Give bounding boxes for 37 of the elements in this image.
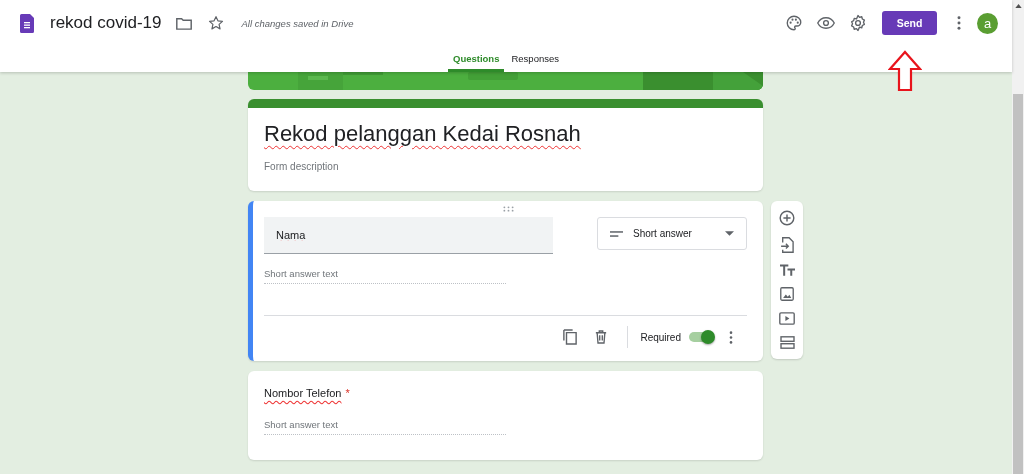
- question-type-dropdown[interactable]: Short answer: [597, 217, 747, 250]
- more-options-icon[interactable]: [957, 16, 961, 30]
- eye-icon[interactable]: [817, 17, 835, 29]
- question-title-field[interactable]: Nama: [264, 217, 553, 254]
- answer-field: Short answer text: [264, 419, 506, 435]
- add-question-icon[interactable]: [779, 210, 795, 226]
- add-title-icon[interactable]: [779, 264, 795, 276]
- import-icon[interactable]: [780, 237, 794, 253]
- delete-icon[interactable]: [595, 330, 608, 344]
- scroll-up-icon[interactable]: [1014, 4, 1022, 8]
- more-options-icon[interactable]: [729, 330, 733, 344]
- short-text-icon: [610, 230, 623, 237]
- send-button[interactable]: Send: [882, 11, 937, 35]
- required-mark: *: [345, 387, 350, 399]
- tab[interactable]: Responses: [506, 46, 564, 72]
- caret-icon: [725, 231, 734, 236]
- video-icon[interactable]: [779, 312, 795, 325]
- question-title: Nombor Telefon: [264, 387, 342, 399]
- drag-handle-icon[interactable]: [503, 206, 514, 212]
- answer-field: Short answer text: [264, 268, 506, 284]
- settings-icon[interactable]: [849, 14, 867, 32]
- forms-logo-icon: [20, 13, 34, 33]
- image-icon[interactable]: [780, 287, 794, 301]
- section-icon[interactable]: [779, 336, 795, 349]
- question-card[interactable]: Nombor Telefon * Short answer text: [248, 371, 763, 460]
- folder-icon[interactable]: [175, 16, 192, 30]
- scrollbar-thumb[interactable]: [1013, 94, 1023, 474]
- star-icon[interactable]: [207, 15, 224, 31]
- form-title[interactable]: Rekod pelanggan Kedai Rosnah: [264, 121, 747, 147]
- palette-icon[interactable]: [785, 14, 803, 32]
- question-card[interactable]: Nama Short answer Short answer text Required: [248, 201, 763, 361]
- required-toggle[interactable]: [689, 332, 713, 342]
- scrollbar[interactable]: [1012, 0, 1024, 474]
- copy-icon[interactable]: [563, 329, 578, 345]
- required-label: Required: [640, 331, 681, 343]
- save-status: All changes saved in Drive: [241, 17, 354, 29]
- document-title[interactable]: rekod covid-19: [50, 13, 162, 33]
